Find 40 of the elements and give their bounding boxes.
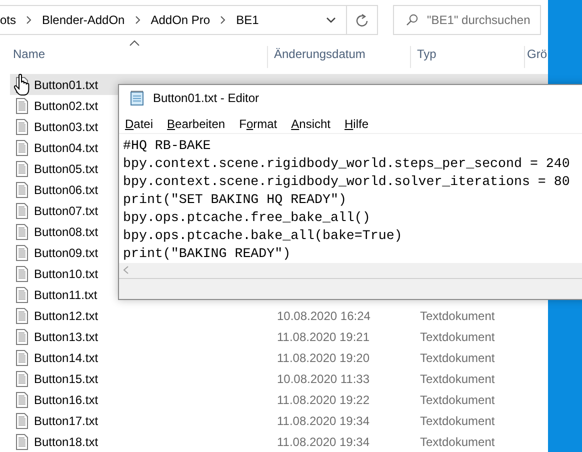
modified-date: 10.08.2020 11:33 (277, 372, 371, 386)
file-name: Button13.txt (34, 330, 98, 344)
code-line: bpy.ops.ptcache.bake_all(bake=True) (123, 226, 404, 245)
file-type: Textdokument (420, 330, 496, 344)
file-type: Textdokument (420, 308, 496, 322)
file-type: Textdokument (420, 392, 496, 406)
code-line: bpy.context.scene.rigidbody_world.steps_per_second = 240 (123, 154, 571, 173)
code-line: #HQ RB-BAKE (123, 136, 212, 155)
file-name: Button03.txt (34, 120, 98, 134)
modified-date: 11.08.2020 19:21 (277, 330, 371, 344)
file-name: Button05.txt (34, 162, 98, 176)
file-name: Button08.txt (34, 224, 98, 238)
file-name: Button04.txt (34, 140, 98, 154)
file-name: Button16.txt (34, 392, 98, 406)
file-name: Button17.txt (34, 414, 98, 428)
file-name: Button14.txt (34, 350, 98, 364)
file-name: Button06.txt (34, 182, 98, 196)
file-name: Button12.txt (34, 308, 98, 322)
file-type: Textdokument (420, 350, 496, 364)
file-type: Textdokument (420, 372, 496, 386)
file-name: Button02.txt (34, 98, 98, 112)
modified-date: 10.08.2020 16:24 (277, 308, 372, 322)
code-line: print("BAKING READY") (123, 244, 292, 263)
modified-date: 11.08.2020 19:34 (277, 434, 371, 448)
file-type: Textdokument (420, 434, 496, 448)
file-name: Button07.txt (34, 204, 98, 218)
modified-date: 11.08.2020 19:22 (277, 392, 371, 406)
code-line: bpy.context.scene.rigidbody_world.solver_iterations = 80 (123, 172, 571, 191)
file-name: Button15.txt (34, 372, 98, 386)
file-name: Button01.txt (34, 78, 98, 92)
file-name: Button09.txt (34, 246, 98, 260)
code-line: print("SET BAKING HQ READY") (123, 190, 348, 209)
modified-date: 11.08.2020 19:20 (277, 350, 371, 364)
code-line: bpy.ops.ptcache.free_bake_all() (123, 208, 372, 227)
file-type: Textdokument (420, 414, 496, 428)
window-title: Button01.txt - Editor (153, 90, 260, 105)
file-name: Button18.txt (34, 434, 98, 448)
file-name: Button10.txt (34, 266, 98, 280)
modified-date: 11.08.2020 19:34 (277, 414, 371, 428)
file-name: Button11.txt (34, 288, 98, 302)
